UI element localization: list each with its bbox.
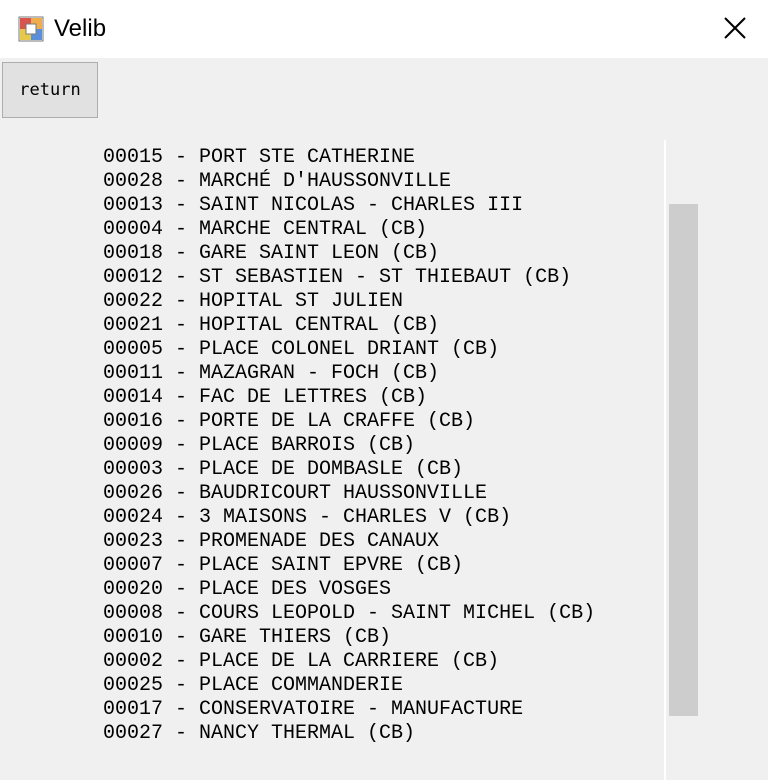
list-item[interactable]: 00014 - FAC DE LETTRES (CB) (103, 386, 595, 410)
station-list: 00015 - PORT STE CATHERINE 00028 - MARCHÉ… (103, 146, 595, 746)
list-item[interactable]: 00020 - PLACE DES VOSGES (103, 578, 595, 602)
title-bar: Velib (0, 0, 768, 58)
list-item[interactable]: 00022 - HOPITAL ST JULIEN (103, 290, 595, 314)
return-button[interactable]: return (2, 62, 98, 118)
window-title: Velib (54, 15, 107, 42)
list-item[interactable]: 00009 - PLACE BARROIS (CB) (103, 434, 595, 458)
list-item[interactable]: 00010 - GARE THIERS (CB) (103, 626, 595, 650)
list-item[interactable]: 00012 - ST SEBASTIEN - ST THIEBAUT (CB) (103, 266, 595, 290)
list-item[interactable]: 00005 - PLACE COLONEL DRIANT (CB) (103, 338, 595, 362)
velib-window: Velib return 00015 - PORT STE CATHERINE 0… (0, 0, 768, 780)
list-item[interactable]: 00018 - GARE SAINT LEON (CB) (103, 242, 595, 266)
list-item[interactable]: 00027 - NANCY THERMAL (CB) (103, 722, 595, 746)
list-item[interactable]: 00028 - MARCHÉ D'HAUSSONVILLE (103, 170, 595, 194)
list-item[interactable]: 00015 - PORT STE CATHERINE (103, 146, 595, 170)
list-item[interactable]: 00013 - SAINT NICOLAS - CHARLES III (103, 194, 595, 218)
list-item[interactable]: 00016 - PORTE DE LA CRAFFE (CB) (103, 410, 595, 434)
list-item[interactable]: 00024 - 3 MAISONS - CHARLES V (CB) (103, 506, 595, 530)
list-item[interactable]: 00002 - PLACE DE LA CARRIERE (CB) (103, 650, 595, 674)
app-window-icon (18, 16, 44, 42)
list-item[interactable]: 00008 - COURS LEOPOLD - SAINT MICHEL (CB… (103, 602, 595, 626)
list-item[interactable]: 00003 - PLACE DE DOMBASLE (CB) (103, 458, 595, 482)
list-item[interactable]: 00017 - CONSERVATOIRE - MANUFACTURE (103, 698, 595, 722)
list-item[interactable]: 00021 - HOPITAL CENTRAL (CB) (103, 314, 595, 338)
list-item[interactable]: 00007 - PLACE SAINT EPVRE (CB) (103, 554, 595, 578)
scrollbar-thumb[interactable] (669, 204, 698, 716)
list-item[interactable]: 00026 - BAUDRICOURT HAUSSONVILLE (103, 482, 595, 506)
list-item[interactable]: 00011 - MAZAGRAN - FOCH (CB) (103, 362, 595, 386)
close-icon (724, 17, 746, 39)
list-item[interactable]: 00004 - MARCHE CENTRAL (CB) (103, 218, 595, 242)
list-item[interactable]: 00023 - PROMENADE DES CANAUX (103, 530, 595, 554)
close-button[interactable] (700, 0, 768, 58)
list-item[interactable]: 00025 - PLACE COMMANDERIE (103, 674, 595, 698)
